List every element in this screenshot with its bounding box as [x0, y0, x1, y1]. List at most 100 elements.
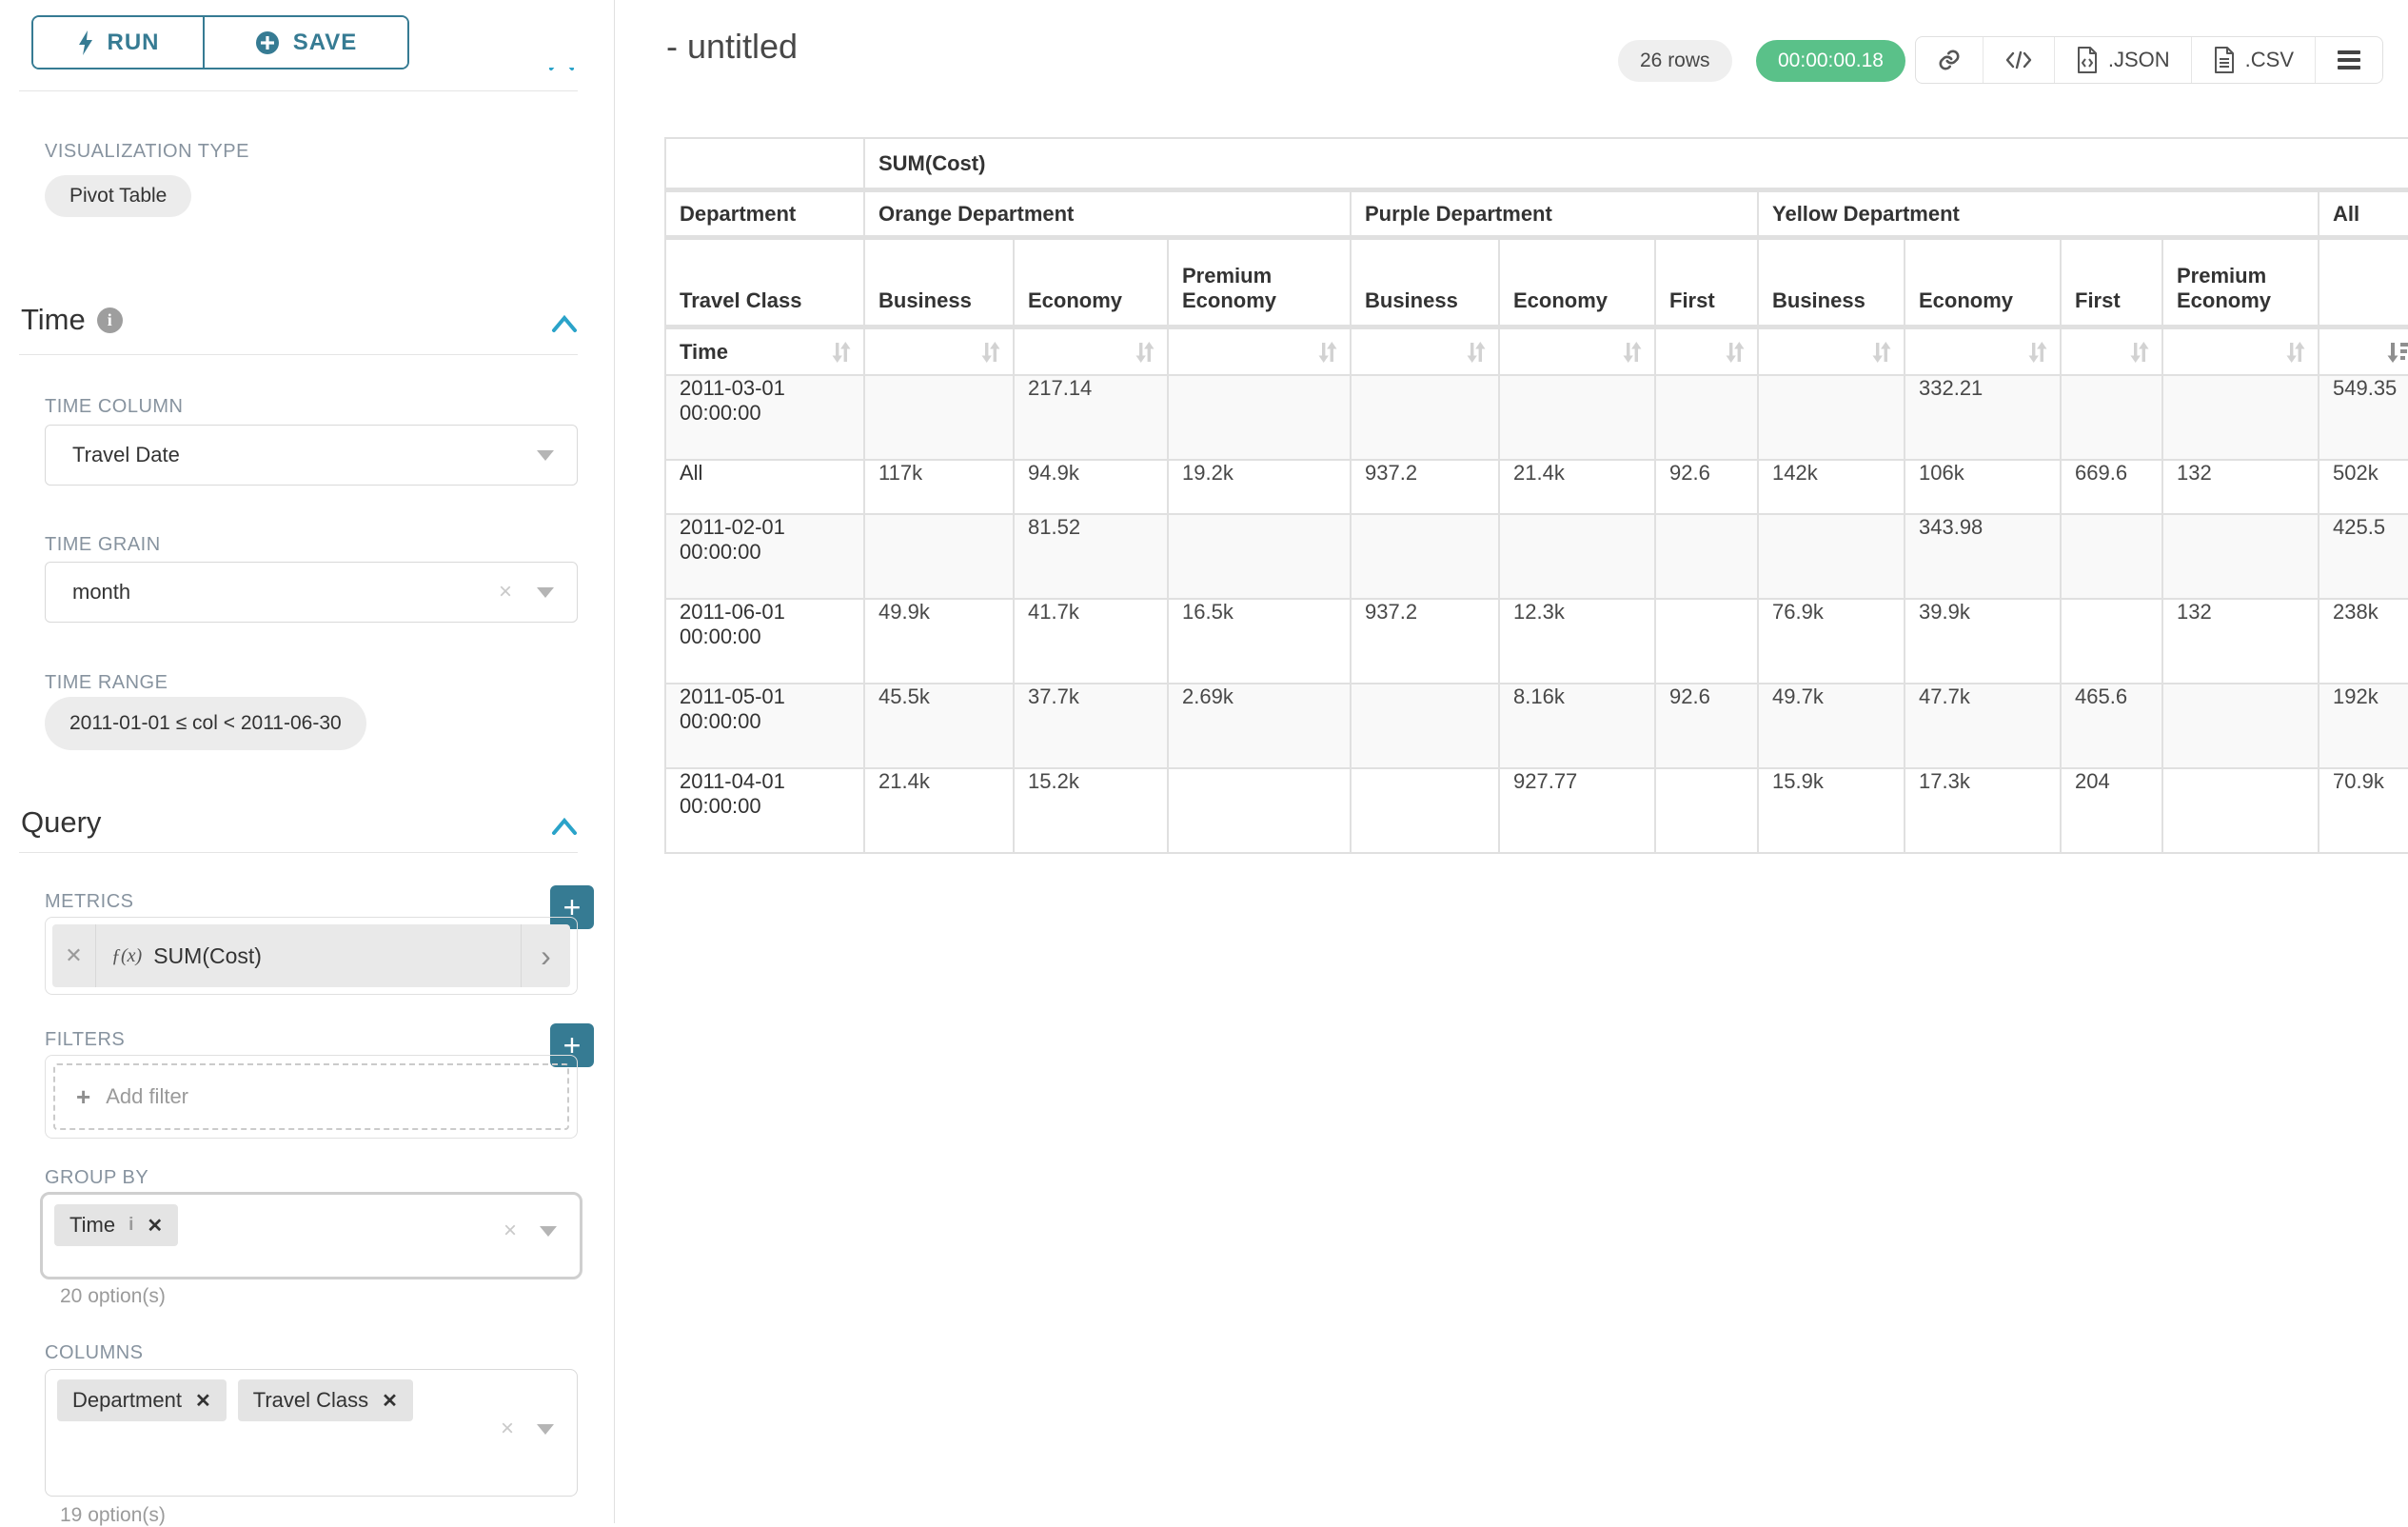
pivot-cell: 117k: [865, 461, 1013, 513]
time-collapse-chevron-icon[interactable]: [550, 312, 579, 335]
sort-header[interactable]: [1015, 329, 1167, 374]
export-json-button[interactable]: .JSON: [2054, 37, 2191, 83]
sort-header[interactable]: [1500, 329, 1654, 374]
sort-header[interactable]: [1169, 329, 1350, 374]
pivot-cell: 70.9k: [2319, 769, 2408, 852]
pivot-cell: 19.2k: [1169, 461, 1350, 513]
columns-tags: Department✕ Travel Class✕: [57, 1379, 413, 1421]
run-button[interactable]: RUN: [33, 17, 205, 68]
pivot-cell: 142k: [1759, 461, 1904, 513]
time-column-select[interactable]: Travel Date: [45, 425, 578, 486]
sort-header[interactable]: [2163, 329, 2318, 374]
sort-header-time[interactable]: Time: [666, 329, 863, 374]
sort-header[interactable]: [2062, 329, 2161, 374]
pivot-cell: 17.3k: [1905, 769, 2060, 852]
selected-tag[interactable]: Department✕: [57, 1379, 227, 1421]
save-button[interactable]: SAVE: [205, 17, 407, 68]
sort-icon: [1725, 341, 1746, 364]
pivot-cell: 47.7k: [1905, 684, 2060, 767]
metric-header: SUM(Cost): [865, 139, 2408, 190]
pivot-cell: [1169, 515, 1350, 598]
sort-icon: [2285, 341, 2306, 364]
time-range-value[interactable]: 2011-01-01 ≤ col < 2011-06-30: [45, 697, 366, 750]
pivot-cell: 94.9k: [1015, 461, 1167, 513]
pivot-corner-cell: [666, 139, 863, 190]
metric-name: SUM(Cost): [153, 943, 262, 969]
divider: [19, 90, 578, 91]
remove-tag-icon[interactable]: ✕: [195, 1389, 211, 1413]
pivot-cell: 41.7k: [1015, 600, 1167, 683]
remove-tag-icon[interactable]: ✕: [382, 1389, 398, 1413]
clear-icon[interactable]: ×: [499, 579, 512, 605]
pivot-cell: 669.6: [2062, 461, 2161, 513]
department-group-header: All: [2319, 192, 2408, 238]
sort-header[interactable]: [1905, 329, 2060, 374]
selected-tag[interactable]: Travel Class✕: [238, 1379, 413, 1421]
plus-icon: +: [76, 1082, 90, 1112]
department-dim-label: Department: [666, 192, 863, 238]
sort-descending-icon: [2387, 341, 2408, 364]
pivot-cell: 132: [2163, 600, 2318, 683]
pivot-cell: 927.77: [1500, 769, 1654, 852]
link-icon: [1937, 48, 1962, 72]
sort-header[interactable]: [1656, 329, 1757, 374]
travel-class-header: First: [2062, 240, 2161, 327]
pivot-cell: [2163, 515, 2318, 598]
travel-class-header: Economy: [1015, 240, 1167, 327]
group-by-select[interactable]: Timei✕ ×: [40, 1192, 582, 1279]
pivot-cell: 549.35: [2319, 376, 2408, 459]
add-filter-button[interactable]: + Add filter: [53, 1063, 569, 1130]
pivot-cell: 37.7k: [1015, 684, 1167, 767]
chart-title[interactable]: - untitled: [666, 27, 798, 67]
export-csv-button[interactable]: .CSV: [2191, 37, 2315, 83]
remove-tag-icon[interactable]: ✕: [147, 1214, 163, 1238]
pivot-cell: 425.5: [2319, 515, 2408, 598]
sort-header[interactable]: [2319, 329, 2408, 374]
sort-icon: [1466, 341, 1487, 364]
lightning-icon: [77, 30, 94, 55]
chevron-right-icon[interactable]: ›: [521, 924, 570, 987]
pivot-cell: [865, 376, 1013, 459]
filters-label: FILTERS: [45, 1029, 125, 1051]
columns-select[interactable]: Department✕ Travel Class✕ ×: [45, 1369, 578, 1497]
pivot-cell: [2062, 600, 2161, 683]
embed-code-button[interactable]: [1983, 37, 2054, 83]
travel-class-header: Economy: [1905, 240, 2060, 327]
pivot-cell: 21.4k: [865, 769, 1013, 852]
pivot-row-label: All: [666, 461, 863, 513]
divider: [19, 354, 578, 355]
time-range-label: TIME RANGE: [45, 672, 168, 694]
department-group-header: Orange Department: [865, 192, 1350, 238]
clear-icon[interactable]: ×: [503, 1218, 517, 1244]
selected-tag[interactable]: Timei✕: [54, 1204, 178, 1246]
sort-header[interactable]: [865, 329, 1013, 374]
group-by-options-hint: 20 option(s): [60, 1285, 166, 1308]
time-column-label: TIME COLUMN: [45, 396, 184, 418]
group-by-tags: Timei✕: [54, 1204, 178, 1246]
pivot-row: All117k94.9k19.2k937.221.4k92.6142k106k6…: [666, 461, 2408, 513]
time-section-header[interactable]: Time i: [21, 303, 123, 337]
columns-label: COLUMNS: [45, 1342, 144, 1364]
pivot-cell: [2163, 769, 2318, 852]
sort-header[interactable]: [1352, 329, 1498, 374]
metric-item[interactable]: ✕ ƒ(x)SUM(Cost) ›: [52, 924, 570, 987]
pivot-row-label: 2011-02-01 00:00:00: [666, 515, 863, 598]
pivot-cell: 217.14: [1015, 376, 1167, 459]
pivot-row: 2011-06-01 00:00:0049.9k41.7k16.5k937.21…: [666, 600, 2408, 683]
remove-metric-icon[interactable]: ✕: [52, 924, 96, 987]
pivot-cell: 76.9k: [1759, 600, 1904, 683]
sort-header[interactable]: [1759, 329, 1904, 374]
pivot-cell: [1656, 769, 1757, 852]
time-grain-select[interactable]: month ×: [45, 562, 578, 623]
menu-button[interactable]: [2315, 37, 2382, 83]
sort-icon: [1317, 341, 1338, 364]
travel-class-header: Premium Economy: [2163, 240, 2318, 327]
chevron-down-icon: [537, 587, 554, 598]
query-section-header[interactable]: Query: [21, 805, 101, 840]
pivot-cell: [1352, 769, 1498, 852]
pivot-row: 2011-03-01 00:00:00217.14332.21549.35: [666, 376, 2408, 459]
clear-icon[interactable]: ×: [501, 1416, 514, 1442]
query-collapse-chevron-icon[interactable]: [550, 815, 579, 838]
visualization-type-value[interactable]: Pivot Table: [45, 175, 191, 217]
copy-link-button[interactable]: [1916, 37, 1983, 83]
